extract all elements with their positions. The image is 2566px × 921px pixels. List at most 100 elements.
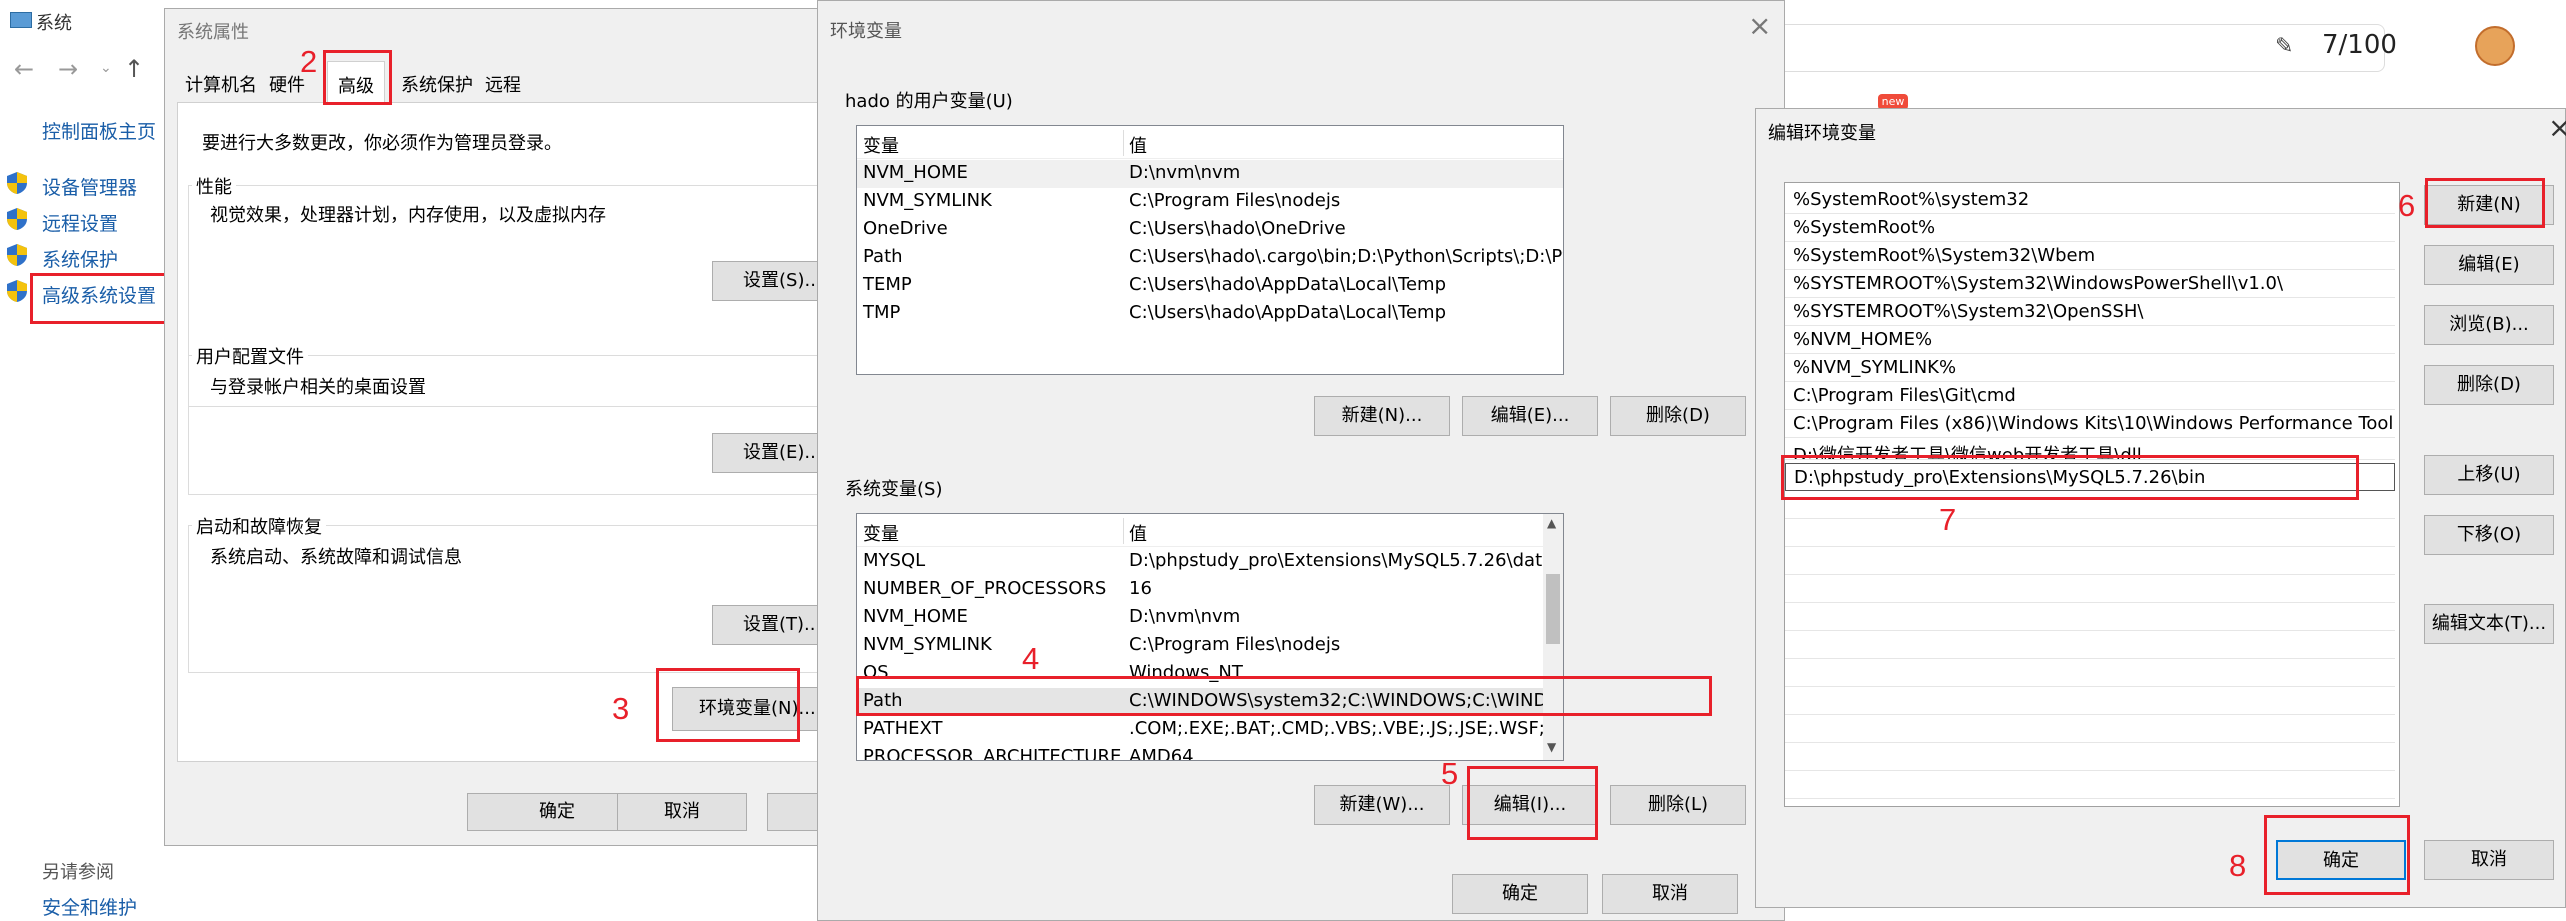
user-var-name: OneDrive [863, 218, 948, 239]
user-var-name: TMP [863, 302, 901, 323]
user-vars-list[interactable]: 变量 值 NVM_HOME D:\nvm\nvm NVM_SYMLINK C:\Pr… [856, 125, 1564, 375]
scroll-down-icon[interactable]: ▼ [1547, 740, 1556, 754]
table-row[interactable]: NVM_HOME D:\nvm\nvm [857, 604, 1563, 632]
col-var-header[interactable]: 变量 [863, 520, 899, 546]
list-item[interactable]: %SYSTEMROOT%\System32\WindowsPowerShell\… [1785, 270, 2395, 298]
envvars-cancel-button[interactable]: 取消 [1602, 874, 1738, 914]
shield-icon [6, 243, 28, 267]
envvars-title: 环境变量 [830, 21, 902, 42]
edit-text-label: 编辑文本(T)... [2431, 613, 2547, 634]
sysprops-cancel-button[interactable]: 取消 [617, 793, 747, 831]
table-row[interactable]: OneDrive C:\Users\hado\OneDrive [857, 216, 1563, 244]
annotation-box-8 [2264, 815, 2410, 895]
scroll-up-icon[interactable]: ▲ [1547, 516, 1556, 530]
shield-icon [6, 207, 28, 231]
device-manager-link[interactable]: 设备管理器 [42, 173, 137, 200]
scrollbar[interactable]: ▲ ▼ [1543, 514, 1563, 760]
list-item[interactable]: C:\Program Files\Git\cmd [1785, 382, 2395, 410]
editenv-cancel-label: 取消 [2471, 849, 2507, 870]
path-entry-text: C:\Program Files\Git\cmd [1793, 385, 2016, 406]
user-var-value: C:\Program Files\nodejs [1129, 190, 1341, 211]
user-profile-desc: 与登录帐户相关的桌面设置 [210, 377, 426, 398]
table-row[interactable]: MYSQL D:\phpstudy_pro\Extensions\MySQL5.7… [857, 548, 1563, 576]
table-row[interactable]: Path C:\Users\hado\.cargo\bin;D:\Python\S… [857, 244, 1563, 272]
see-also-label: 另请参阅 [42, 862, 114, 883]
move-down-button[interactable]: 下移(O) [2424, 515, 2554, 555]
table-row[interactable]: TEMP C:\Users\hado\AppData\Local\Temp [857, 272, 1563, 300]
control-panel-home-link[interactable]: 控制面板主页 [42, 117, 156, 144]
list-item[interactable]: %SystemRoot% [1785, 214, 2395, 242]
user-delete-label: 删除(D) [1646, 405, 1710, 426]
col-val-header[interactable]: 值 [1129, 520, 1147, 546]
back-arrow-icon[interactable]: ← [14, 55, 34, 83]
move-up-button[interactable]: 上移(U) [2424, 455, 2554, 495]
user-var-value: C:\Users\hado\OneDrive [1129, 218, 1346, 239]
sys-vars-list[interactable]: 变量 值 MYSQL D:\phpstudy_pro\Extensions\MyS… [856, 513, 1564, 761]
admin-note: 要进行大多数更改，你必须作为管理员登录。 [202, 133, 562, 154]
path-entry-text: %SYSTEMROOT%\System32\WindowsPowerShell\… [1793, 273, 2284, 294]
editenv-cancel-button[interactable]: 取消 [2424, 840, 2554, 880]
avatar[interactable] [2475, 26, 2515, 66]
list-item [1785, 547, 2395, 575]
close-icon[interactable]: × [2548, 111, 2566, 144]
edit-text-button[interactable]: 编辑文本(T)... [2424, 604, 2554, 644]
table-row[interactable]: NUMBER_OF_PROCESSORS 16 [857, 576, 1563, 604]
sys-var-name: NUMBER_OF_PROCESSORS [863, 578, 1107, 599]
chevron-down-icon[interactable]: ⌄ [100, 60, 112, 76]
user-delete-button[interactable]: 删除(D) [1610, 396, 1746, 436]
table-row[interactable]: NVM_SYMLINK C:\Program Files\nodejs [857, 632, 1563, 660]
envvars-ok-button[interactable]: 确定 [1452, 874, 1588, 914]
tab-system-protection[interactable]: 系统保护 [401, 71, 473, 97]
sys-delete-label: 删除(L) [1647, 794, 1709, 815]
user-var-name: NVM_HOME [863, 162, 968, 183]
sys-new-button[interactable]: 新建(W)... [1314, 785, 1450, 825]
system-protection-link[interactable]: 系统保护 [42, 245, 118, 272]
tab-remote[interactable]: 远程 [485, 71, 521, 97]
tab-computer-name[interactable]: 计算机名 [185, 71, 257, 97]
user-new-label: 新建(N)... [1341, 405, 1423, 426]
list-item[interactable]: %SystemRoot%\system32 [1785, 186, 2395, 214]
sysprops-title: 系统属性 [177, 22, 249, 43]
user-profile-title: 用户配置文件 [192, 343, 308, 369]
user-new-button[interactable]: 新建(N)... [1314, 396, 1450, 436]
col-var-header[interactable]: 变量 [863, 132, 899, 158]
list-item[interactable]: %SYSTEMROOT%\System32\OpenSSH\ [1785, 298, 2395, 326]
list-item[interactable]: %NVM_HOME% [1785, 326, 2395, 354]
table-row[interactable]: NVM_SYMLINK C:\Program Files\nodejs [857, 188, 1563, 216]
browser-address-bar[interactable] [1785, 24, 2385, 72]
edit-path-label: 编辑(E) [2458, 254, 2520, 275]
list-item [1785, 603, 2395, 631]
user-edit-button[interactable]: 编辑(E)... [1462, 396, 1598, 436]
path-entry-text: %SystemRoot% [1793, 217, 1936, 238]
header-divider[interactable] [1123, 518, 1124, 544]
delete-path-label: 删除(D) [2457, 374, 2521, 395]
table-row[interactable]: TMP C:\Users\hado\AppData\Local\Temp [857, 300, 1563, 328]
list-item[interactable]: %NVM_SYMLINK% [1785, 354, 2395, 382]
list-item[interactable]: %SystemRoot%\System32\Wbem [1785, 242, 2395, 270]
security-maintenance-link[interactable]: 安全和维护 [42, 893, 137, 920]
magic-wand-icon[interactable]: ✎ [2275, 34, 2293, 59]
scroll-thumb[interactable] [1546, 574, 1560, 644]
delete-path-button[interactable]: 删除(D) [2424, 365, 2554, 405]
path-entry-text: %NVM_SYMLINK% [1793, 357, 1957, 378]
list-item[interactable]: C:\Program Files (x86)\Windows Kits\10\W… [1785, 410, 2395, 438]
path-entry-text: %SystemRoot%\system32 [1793, 189, 2030, 210]
list-item [1785, 743, 2395, 771]
col-val-header[interactable]: 值 [1129, 132, 1147, 158]
header-divider[interactable] [1123, 130, 1124, 156]
sysprops-cancel-label: 取消 [664, 801, 700, 822]
annotation-number-6: 6 [2398, 188, 2416, 223]
startup-settings-label: 设置(T)... [743, 614, 822, 635]
up-arrow-icon[interactable]: ↑ [124, 55, 144, 83]
close-icon[interactable]: × [1748, 9, 1771, 42]
user-vars-title: hado 的用户变量(U) [845, 91, 1013, 112]
table-row[interactable]: NVM_HOME D:\nvm\nvm [857, 160, 1563, 188]
forward-arrow-icon[interactable]: → [58, 55, 78, 83]
sys-delete-button[interactable]: 删除(L) [1610, 785, 1746, 825]
edit-path-button[interactable]: 编辑(E) [2424, 245, 2554, 285]
environment-variables-dialog: 环境变量 × hado 的用户变量(U) 变量 值 NVM_HOME D:\nvm… [817, 0, 1785, 921]
browse-button[interactable]: 浏览(B)... [2424, 305, 2554, 345]
table-row[interactable]: PATHEXT .COM;.EXE;.BAT;.CMD;.VBS;.VBE;.JS… [857, 716, 1563, 744]
remote-settings-link[interactable]: 远程设置 [42, 209, 118, 236]
edit-environment-dialog: 编辑环境变量 × %SystemRoot%\system32 %SystemRo… [1755, 108, 2566, 908]
